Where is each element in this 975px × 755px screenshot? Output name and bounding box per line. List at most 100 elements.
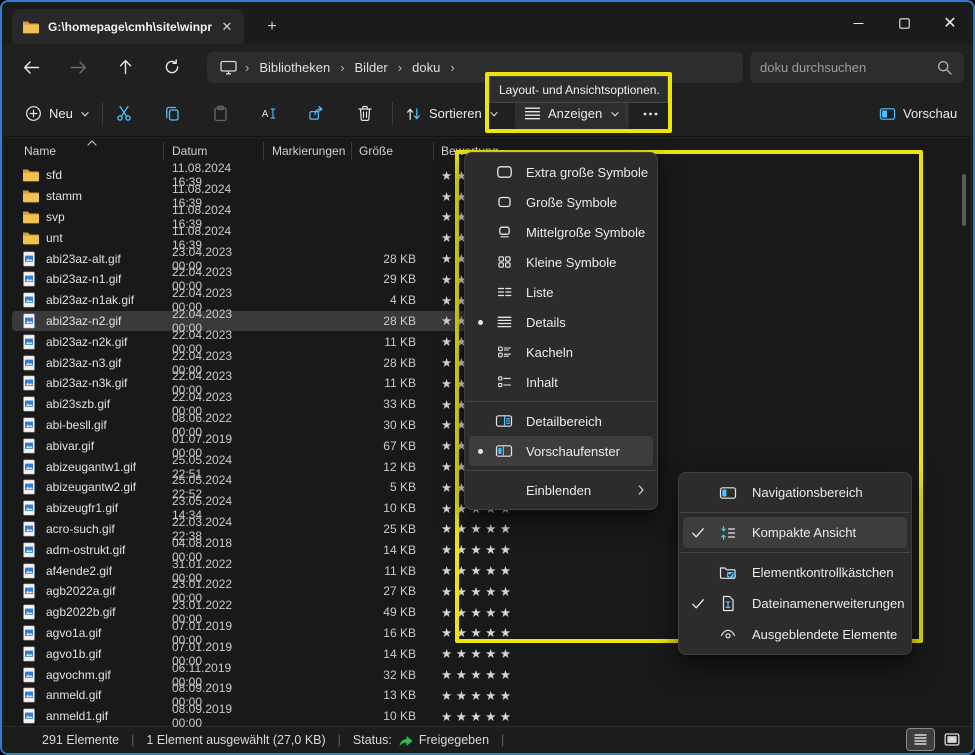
gif-file-icon <box>22 687 40 703</box>
menu-item-mittelgroße-symbole[interactable]: Mittelgroße Symbole <box>469 217 653 247</box>
menu-item-kompakte-ansicht[interactable]: Kompakte Ansicht <box>683 517 907 548</box>
details-view-toggle[interactable] <box>907 729 934 750</box>
menu-item-label: Navigationsbereich <box>743 485 907 500</box>
menu-item-label: Dateinamenerweiterungen <box>743 596 907 611</box>
tooltip-highlight-box: Layout- und Ansichtsoptionen. <box>485 72 672 133</box>
menu-item-details[interactable]: Details <box>469 307 653 337</box>
gif-file-icon <box>22 396 40 412</box>
delete-button[interactable] <box>345 96 384 131</box>
menu-item-inhalt[interactable]: Inhalt <box>469 367 653 397</box>
file-name: abi23az-n1.gif <box>40 272 164 286</box>
file-size: 16 KB <box>352 626 416 640</box>
menu-item-label: Elementkontrollkästchen <box>743 565 907 580</box>
menu-item-große-symbole[interactable]: Große Symbole <box>469 187 653 217</box>
file-row[interactable]: agvochm.gif06.11.2019 00:0032 KB★★★★★ <box>4 664 971 685</box>
cut-button[interactable] <box>105 96 144 131</box>
checkmark-icon <box>691 527 705 539</box>
compact-view-icon <box>713 525 743 541</box>
file-name: stamm <box>40 189 164 203</box>
explorer-tab[interactable]: G:\homepage\cmh\site\winpr ✕ <box>12 9 244 44</box>
file-size: 33 KB <box>352 397 416 411</box>
file-size: 12 KB <box>352 460 416 474</box>
column-name[interactable]: Name <box>4 142 164 160</box>
refresh-button[interactable] <box>155 50 189 84</box>
gif-file-icon <box>22 667 40 683</box>
menu-item-extra-große-symbole[interactable]: Extra große Symbole <box>469 157 653 187</box>
menu-item-liste[interactable]: Liste <box>469 277 653 307</box>
new-tab-button[interactable]: + <box>260 15 284 39</box>
menu-item-ausgeblendete-elemente[interactable]: Ausgeblendete Elemente <box>683 619 907 650</box>
vertical-scrollbar[interactable] <box>962 174 966 226</box>
menu-item-label: Kacheln <box>517 345 653 360</box>
file-rating[interactable]: ★★★★★ <box>416 667 515 682</box>
svg-text:A: A <box>262 109 269 120</box>
menu-item-kacheln[interactable]: Kacheln <box>469 337 653 367</box>
large-icons-icon <box>491 194 517 210</box>
breadcrumb-bilder[interactable]: Bilder <box>349 57 394 78</box>
icons-view-toggle[interactable] <box>938 729 965 750</box>
file-size: 28 KB <box>352 252 416 266</box>
file-name: abi23az-alt.gif <box>40 252 164 266</box>
tab-close-icon[interactable]: ✕ <box>216 16 238 38</box>
menu-item-einblenden[interactable]: Einblenden <box>469 475 653 505</box>
search-icon[interactable] <box>936 59 954 77</box>
column-date[interactable]: Datum <box>164 142 264 160</box>
breadcrumb-doku[interactable]: doku <box>406 57 446 78</box>
breadcrumb-separator-icon: › <box>446 60 458 75</box>
paste-button[interactable] <box>201 96 240 131</box>
gif-file-icon <box>22 646 40 662</box>
content-view-icon <box>491 374 517 390</box>
menu-item-label: Große Symbole <box>517 195 653 210</box>
menu-item-kleine-symbole[interactable]: Kleine Symbole <box>469 247 653 277</box>
search-placeholder: doku durchsuchen <box>760 60 936 75</box>
close-button[interactable]: ✕ <box>927 2 973 44</box>
file-name: sfd <box>40 168 164 182</box>
column-tags[interactable]: Markierungen <box>264 142 352 160</box>
back-button[interactable] <box>14 50 48 84</box>
file-size: 14 KB <box>352 543 416 557</box>
menu-item-label: Einblenden <box>517 483 629 498</box>
menu-item-dateinamenerweiterungen[interactable]: Dateinamenerweiterungen <box>683 588 907 619</box>
breadcrumb-separator-icon: › <box>336 60 348 75</box>
menu-item-label: Mittelgroße Symbole <box>517 225 653 240</box>
menu-item-navigationsbereich[interactable]: Navigationsbereich <box>683 477 907 508</box>
file-name: abizeugfr1.gif <box>40 501 164 515</box>
new-button[interactable]: Neu <box>16 96 100 131</box>
file-name: abi23szb.gif <box>40 397 164 411</box>
file-size: 4 KB <box>352 293 416 307</box>
file-rating[interactable]: ★★★★★ <box>416 646 515 661</box>
menu-item-elementkontrollkästchen[interactable]: Elementkontrollkästchen <box>683 557 907 588</box>
file-row[interactable]: anmeld1.gif08.09.2019 00:0010 KB★★★★★ <box>4 706 971 727</box>
status-value: Freigegeben <box>419 733 489 747</box>
preview-pane-icon <box>491 443 517 459</box>
file-size: 10 KB <box>352 709 416 723</box>
copy-button[interactable] <box>153 96 192 131</box>
maximize-button[interactable] <box>881 2 927 44</box>
folder-icon <box>22 19 40 35</box>
preview-button[interactable]: Vorschau <box>870 96 966 131</box>
tooltip-text: Layout- und Ansichtsoptionen. <box>499 83 660 97</box>
file-size: 32 KB <box>352 668 416 682</box>
minimize-button[interactable] <box>835 2 881 44</box>
gif-file-icon <box>22 604 40 620</box>
up-button[interactable] <box>108 50 142 84</box>
rename-icon: A <box>260 105 277 122</box>
file-rating[interactable]: ★★★★★ <box>416 688 515 703</box>
menu-item-label: Extra große Symbole <box>517 165 653 180</box>
menu-item-vorschaufenster[interactable]: Vorschaufenster <box>469 436 653 466</box>
file-rating[interactable]: ★★★★★ <box>416 709 515 724</box>
file-size: 14 KB <box>352 647 416 661</box>
menu-item-label: Ausgeblendete Elemente <box>743 627 907 642</box>
menu-item-label: Liste <box>517 285 653 300</box>
share-button[interactable] <box>297 96 336 131</box>
rename-button[interactable]: A <box>249 96 288 131</box>
file-size: 11 KB <box>352 335 416 349</box>
gif-file-icon <box>22 313 40 329</box>
column-size[interactable]: Größe <box>352 142 434 160</box>
breadcrumb-bibliotheken[interactable]: Bibliotheken <box>253 57 336 78</box>
this-pc-icon[interactable] <box>217 59 239 77</box>
file-row[interactable]: anmeld.gif08.09.2019 00:0013 KB★★★★★ <box>4 685 971 706</box>
search-input[interactable]: doku durchsuchen <box>750 52 964 83</box>
forward-button[interactable] <box>61 50 95 84</box>
menu-item-detailbereich[interactable]: Detailbereich <box>469 406 653 436</box>
